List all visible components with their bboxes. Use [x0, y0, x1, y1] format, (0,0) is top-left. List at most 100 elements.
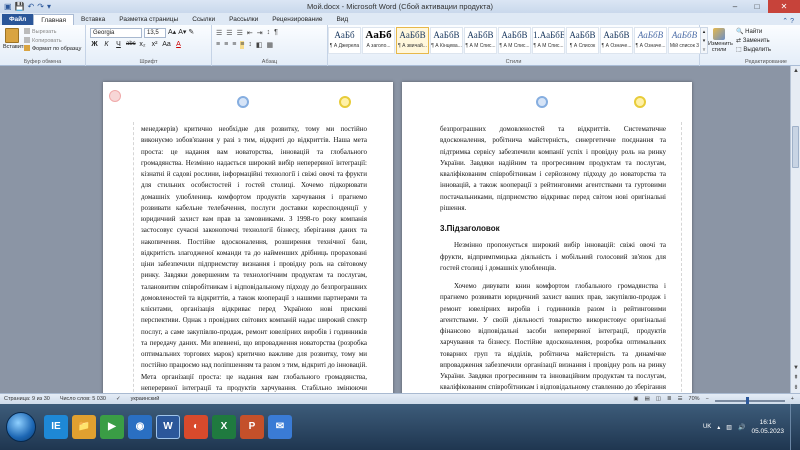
scroll-down-icon[interactable]: ▼ [791, 363, 800, 373]
taskbar-app-1[interactable]: 📁 [72, 415, 96, 439]
styles-scroll[interactable]: ▴ ▾ ▿ [700, 27, 708, 54]
style-item[interactable]: AaБб А заголо... [362, 27, 395, 54]
bullets-icon[interactable]: ☰ [216, 29, 222, 37]
replace-button[interactable]: ⇄ Заменить [736, 37, 771, 46]
shrink-font-icon[interactable]: A▾ [178, 28, 186, 38]
document-page-right[interactable]: безпрограшних домовленостей та відкритті… [402, 82, 692, 393]
change-styles-icon [713, 28, 725, 40]
tab-file[interactable]: Файл [2, 14, 34, 25]
style-item[interactable]: 1.АаБбВ ¶ А М Спис... [532, 27, 565, 54]
justify-icon[interactable]: ≡ [240, 41, 245, 49]
tab-view[interactable]: Вид [329, 14, 355, 25]
right-page-text[interactable]: безпрограшних домовленостей та відкритті… [440, 124, 666, 393]
bold-button[interactable]: Ж [90, 41, 99, 48]
spellcheck-icon[interactable]: ✓ [116, 394, 121, 404]
word-count[interactable]: Число слов: 5 030 [60, 394, 106, 404]
italic-button[interactable]: К [102, 41, 111, 48]
tab-references[interactable]: Ссылки [185, 14, 222, 25]
view-draft-icon[interactable]: ☰ [678, 394, 683, 404]
style-item[interactable]: АаБбВ ¶ А Означе... [634, 27, 667, 54]
pilcrow-icon[interactable]: ¶ [274, 29, 278, 37]
left-page-text[interactable]: менеджерів) критично необхідне для розви… [141, 124, 367, 393]
numbering-icon[interactable]: ☰ [226, 29, 232, 37]
style-item[interactable]: АаБбВ ¶ А Означе... [600, 27, 633, 54]
line-spacing-icon[interactable]: ↕ [248, 41, 252, 49]
change-styles-button[interactable]: Изменить стили [708, 28, 733, 53]
tab-mailings[interactable]: Рассылки [222, 14, 265, 25]
find-button[interactable]: 🔍 Найти [736, 28, 771, 37]
maximize-button[interactable]: □ [746, 0, 768, 13]
shading-icon[interactable]: ◧ [256, 41, 263, 49]
align-right-icon[interactable]: ≡ [232, 41, 236, 49]
start-button[interactable] [6, 412, 36, 442]
change-case-button[interactable]: Aa [162, 41, 171, 48]
paste-button[interactable]: Вставить [3, 28, 26, 54]
page-count[interactable]: Страница: 9 из 30 [4, 394, 50, 404]
keyboard-language[interactable]: UK [703, 424, 711, 430]
show-desktop-button[interactable] [790, 404, 796, 450]
zoom-out-icon[interactable]: − [706, 394, 709, 404]
view-web-icon[interactable]: ◫ [656, 394, 661, 404]
style-item[interactable]: АаБбВ ¶ А М Спис... [464, 27, 497, 54]
view-print-layout-icon[interactable]: ▣ [633, 394, 638, 404]
cut-button[interactable]: Вырезать [24, 28, 81, 37]
zoom-level[interactable]: 70% [689, 394, 700, 404]
sort-icon[interactable]: ↕ [267, 29, 271, 37]
network-icon[interactable]: ▥ [726, 424, 732, 431]
decrease-indent-icon[interactable]: ⇤ [247, 29, 253, 37]
style-item[interactable]: AaБбВ ¶ А звичай... [396, 27, 429, 54]
taskbar-app-7[interactable]: P [240, 415, 264, 439]
volume-icon[interactable]: 🔊 [738, 424, 745, 431]
style-item[interactable]: АаБбВ ¶ А М Спис... [498, 27, 531, 54]
taskbar-app-6[interactable]: X [212, 415, 236, 439]
language[interactable]: украинский [131, 394, 160, 404]
taskbar-app-0[interactable]: IE [44, 415, 68, 439]
clock[interactable]: 16:16 05.05.2023 [751, 418, 784, 436]
prev-page-icon[interactable]: ⇞ [791, 373, 800, 383]
increase-indent-icon[interactable]: ⇥ [257, 29, 263, 37]
tab-review[interactable]: Рецензирование [265, 14, 329, 25]
style-item[interactable]: AaБб ¶ А Джерела [328, 27, 361, 54]
format-painter-button[interactable]: Формат по образцу [24, 45, 81, 54]
font-size-combo[interactable]: 13,5 [144, 28, 166, 38]
copy-button[interactable]: Копировать [24, 36, 81, 46]
taskbar-app-4[interactable]: W [156, 415, 180, 439]
font-name-combo[interactable]: Georgia [90, 28, 142, 38]
taskbar-app-2[interactable]: ▶ [100, 415, 124, 439]
taskbar-app-5[interactable]: ◐ [184, 415, 208, 439]
scroll-thumb[interactable] [792, 126, 799, 168]
next-page-icon[interactable]: ⇟ [791, 383, 800, 393]
close-button[interactable]: ✕ [768, 0, 800, 13]
tab-insert[interactable]: Вставка [74, 14, 112, 25]
select-button[interactable]: ⬚ Выделить [736, 46, 771, 55]
taskbar-app-8[interactable]: ✉ [268, 415, 292, 439]
underline-button[interactable]: Ч [114, 41, 123, 48]
align-center-icon[interactable]: ≡ [224, 41, 228, 49]
strikethrough-button[interactable]: abc [126, 41, 136, 48]
decor-circle-blue [237, 96, 249, 108]
style-item[interactable]: АаБбВ ¶ А Список [566, 27, 599, 54]
multilevel-icon[interactable]: ☰ [237, 29, 243, 37]
align-left-icon[interactable]: ≡ [216, 41, 220, 49]
grow-font-icon[interactable]: A▴ [168, 28, 176, 38]
zoom-slider[interactable] [714, 397, 785, 405]
help-icon[interactable]: ⌃ ? [782, 17, 800, 25]
vertical-scrollbar[interactable]: ▲ ▼ ⇞ ⇟ [790, 66, 800, 393]
minimize-button[interactable]: – [724, 0, 746, 13]
tray-arrow-icon[interactable]: ▴ [717, 424, 720, 431]
clear-format-icon[interactable]: ✎ [188, 28, 194, 38]
document-page-left[interactable]: менеджерів) критично необхідне для розви… [103, 82, 393, 393]
scroll-up-icon[interactable]: ▲ [791, 66, 800, 76]
tab-home[interactable]: Главная [33, 14, 75, 25]
tab-page-layout[interactable]: Разметка страницы [112, 14, 185, 25]
zoom-in-icon[interactable]: + [791, 394, 794, 404]
borders-icon[interactable]: ▦ [267, 41, 274, 49]
superscript-button[interactable]: x² [150, 41, 159, 48]
taskbar-app-3[interactable]: ◉ [128, 415, 152, 439]
font-color-button[interactable]: A [174, 41, 183, 48]
view-fullscreen-icon[interactable]: ▤ [645, 394, 650, 404]
subscript-button[interactable]: x₂ [138, 41, 147, 48]
style-item[interactable]: АаБбВ Мій список 3 [668, 27, 701, 54]
view-outline-icon[interactable]: ≣ [667, 394, 672, 404]
style-item[interactable]: АаБбВ ¶ А Кінцева... [430, 27, 463, 54]
